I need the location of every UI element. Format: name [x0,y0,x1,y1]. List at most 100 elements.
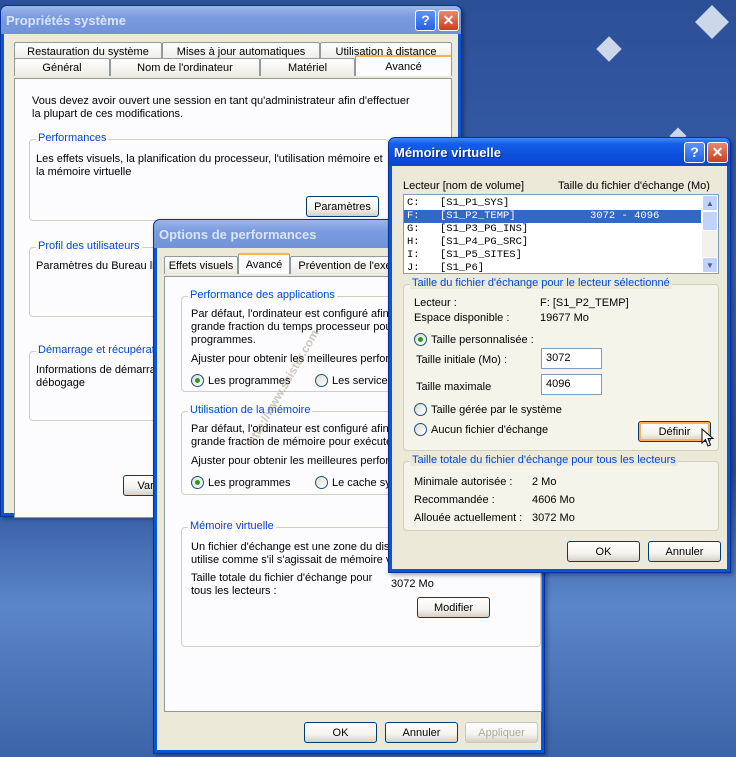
performances-group: Performances Les effets visuels, la plan… [29,132,389,221]
window-title: Propriétés système [6,12,126,28]
drive-list-scrollbar[interactable]: ▲ ▼ [702,195,718,273]
mem-radio-system-cache[interactable]: Le cache sys [315,476,396,489]
app-desc-line2: grande fraction du temps processeur pour [191,321,396,333]
col-size-header: Taille du fichier d'échange (Mo) [558,180,710,192]
list-item-selected[interactable]: F: [S1_P2_TEMP] 3072 - 4096 [404,210,701,223]
space-field-label: Espace disponible : [414,312,510,324]
vm-total-label-line1: Taille totale du fichier d'échange pour [191,572,373,584]
max-size-input[interactable]: 4096 [541,374,602,395]
desktop-decoration [695,5,729,39]
list-item[interactable]: H: [S1_P4_PG_SRC] [404,236,701,249]
list-item[interactable]: C: [S1_P1_SYS] [404,197,701,210]
ok-button[interactable]: OK [304,722,377,743]
virtual-memory-label: Mémoire virtuelle [188,520,276,532]
drive-size: 3072 - 4096 [590,210,660,222]
drive-volume: [S1_P5_SITES] [440,249,522,261]
close-button[interactable]: ✕ [438,9,459,31]
system-properties-titlebar[interactable]: Propriétés système ? ✕ [1,6,461,34]
no-paging-file-radio[interactable]: Aucun fichier d'échange [414,423,548,436]
radio-selected-icon [414,333,427,346]
drive-volume: [S1_P1_SYS] [440,197,510,209]
cancel-button[interactable]: Annuler [648,541,721,562]
total-paging-panel: Taille totale du fichier d'échange pour … [403,454,719,531]
scroll-thumb[interactable] [702,211,718,231]
mem-radio-programs[interactable]: Les programmes [191,476,291,489]
user-profiles-label: Profil des utilisateurs [36,240,142,252]
user-profiles-desc: Paramètres du Bureau lié [36,260,161,272]
tab-materiel[interactable]: Matériel [260,58,355,76]
drive-volume: [S1_P6] [440,262,485,274]
no-paging-file-label: Aucun fichier d'échange [431,423,549,436]
performances-label: Performances [36,132,109,144]
min-allowed-label: Minimale autorisée : [414,476,513,488]
chevron-down-icon: ▼ [706,260,714,270]
total-paging-label: Taille totale du fichier d'échange pour … [410,454,678,466]
vm-total-label-line2: tous les lecteurs : [191,585,277,597]
drive-field-label: Lecteur : [414,297,457,309]
mouse-cursor-icon [701,428,715,447]
initial-size-input[interactable]: 3072 [541,348,602,369]
drive-field-value: F: [S1_P2_TEMP] [540,297,629,309]
allocated-value: 3072 Mo [532,512,575,524]
startup-desc-line2: débogage [36,377,85,389]
list-item[interactable]: I: [S1_P5_SITES] [404,249,701,262]
help-button[interactable]: ? [415,9,436,31]
drive-letter: I: [407,249,420,261]
tab-general[interactable]: Général [14,58,110,76]
startup-recovery-label: Démarrage et récupératio [36,344,166,356]
cancel-button[interactable]: Annuler [385,722,458,743]
help-icon: ? [421,12,430,28]
close-button[interactable]: ✕ [707,141,728,163]
space-field-value: 19677 Mo [540,312,589,324]
radio-selected-icon [191,476,204,489]
ok-button[interactable]: OK [567,541,640,562]
custom-size-label: Taille personnalisée : [431,333,534,346]
app-performance-label: Performance des applications [188,289,337,301]
tab-effets-visuels[interactable]: Effets visuels [164,256,238,274]
selected-drive-label: Taille du fichier d'échange pour le lect… [410,277,672,289]
mem-radio-programs-label: Les programmes [208,476,291,489]
radio-unselected-icon [315,476,328,489]
scroll-up-button[interactable]: ▲ [702,195,718,211]
drive-volume: [S1_P2_TEMP] [440,210,516,222]
app-radio-services[interactable]: Les services [315,374,393,387]
performances-desc-line1: Les effets visuels, la planification du … [36,153,383,165]
apply-button[interactable]: Appliquer [465,722,538,743]
recommended-value: 4606 Mo [532,494,575,506]
mem-radio-cache-label: Le cache sys [332,476,397,489]
performances-desc-line2: la mémoire virtuelle [36,166,132,178]
tab-avance[interactable]: Avancé [355,55,452,76]
list-item[interactable]: G: [S1_P3_PG_INS] [404,223,701,236]
app-desc-line3: programmes. [191,334,256,346]
col-drive-header: Lecteur [nom de volume] [403,180,525,192]
drive-letter: F: [407,210,420,222]
min-allowed-value: 2 Mo [532,476,557,488]
initial-size-label: Taille initiale (Mo) : [416,354,508,366]
system-managed-label: Taille gérée par le système [431,403,562,416]
mem-desc-line1: Par défaut, l'ordinateur est configuré a… [191,423,389,435]
virtual-memory-titlebar[interactable]: Mémoire virtuelle ? ✕ [389,138,730,166]
custom-size-radio[interactable]: Taille personnalisée : [414,333,534,346]
virtual-memory-window: Mémoire virtuelle ? ✕ Lecteur [nom de vo… [388,137,731,573]
list-item[interactable]: J: [S1_P6] [404,262,701,274]
close-icon: ✕ [711,143,724,160]
virtual-memory-body: Lecteur [nom de volume] Taille du fichie… [392,166,727,569]
drive-letter: C: [407,197,420,209]
help-button[interactable]: ? [684,141,705,163]
window-title: Mémoire virtuelle [394,144,501,160]
tab-prevention[interactable]: Prévention de l'exé [290,256,400,274]
tab-nom-ordinateur[interactable]: Nom de l'ordinateur [110,58,260,76]
system-managed-radio[interactable]: Taille gérée par le système [414,403,562,416]
tab-avance[interactable]: Avancé [238,253,290,274]
modifier-button[interactable]: Modifier [417,597,490,618]
drive-list[interactable]: C: [S1_P1_SYS] F: [S1_P2_TEMP] 3072 - 40… [403,194,719,274]
radio-unselected-icon [414,403,427,416]
startup-desc-line1: Informations de démarrag [36,364,162,376]
drive-letter: G: [407,223,420,235]
close-icon: ✕ [442,11,455,28]
help-icon: ? [690,144,699,160]
scroll-down-button[interactable]: ▼ [702,257,718,273]
drive-volume: [S1_P3_PG_INS] [440,223,529,235]
allocated-label: Allouée actuellement : [414,512,523,524]
parametres-button[interactable]: Paramètres [306,196,379,217]
